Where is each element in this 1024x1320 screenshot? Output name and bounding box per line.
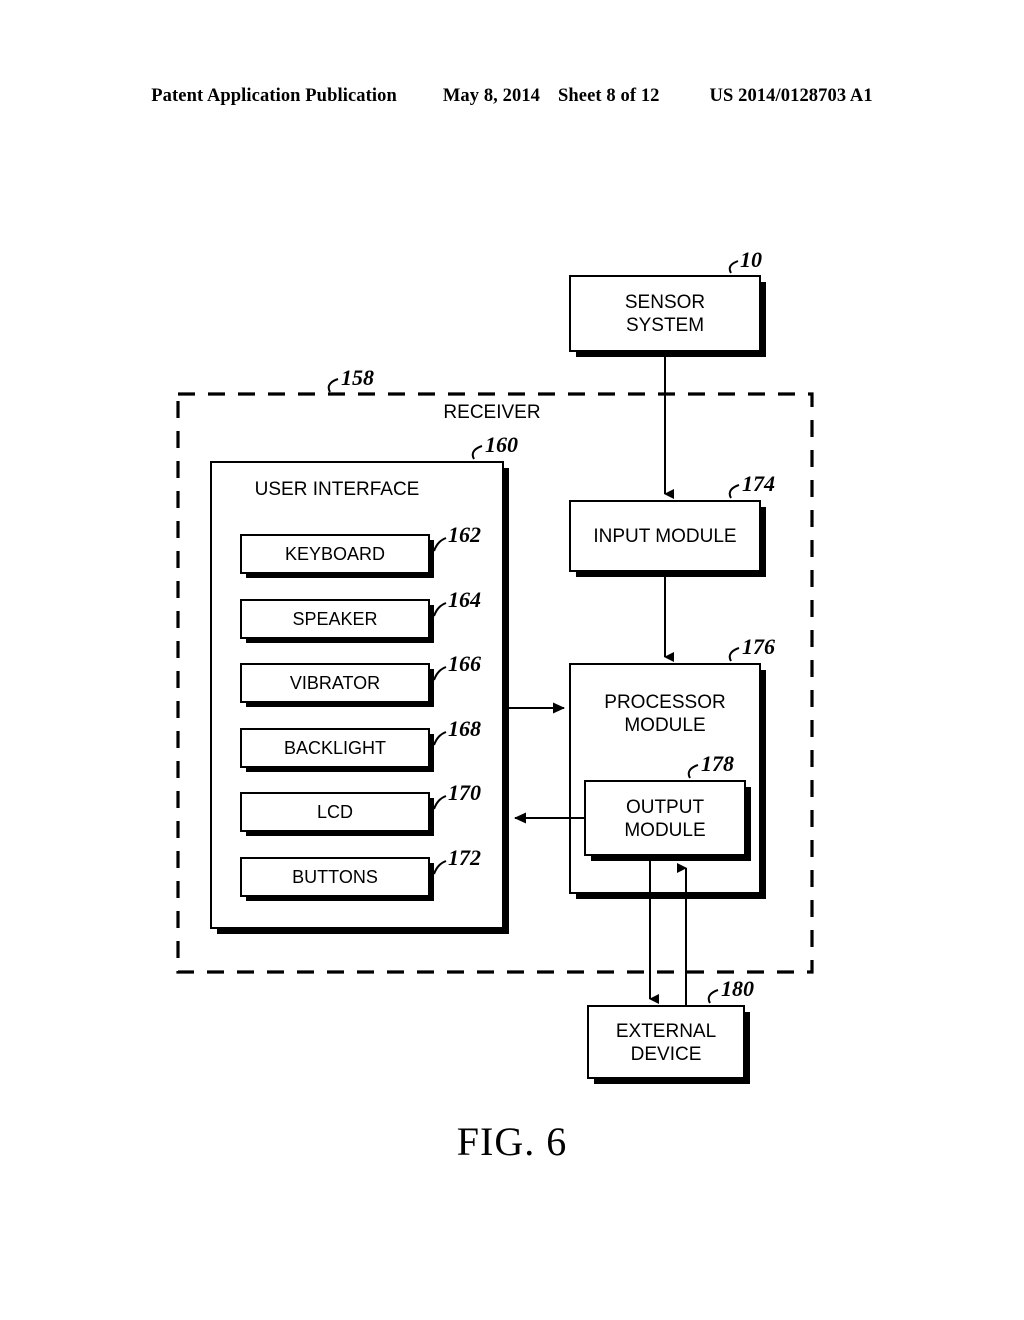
speaker-label: SPEAKER	[292, 609, 377, 629]
ref-number-160: 160	[485, 432, 518, 457]
ref-number-178: 178	[701, 751, 734, 776]
ref-number-164: 164	[448, 587, 481, 612]
ref-number-158: 158	[341, 365, 374, 390]
input-module-label: INPUT MODULE	[593, 526, 736, 547]
processor-module-label-line2: MODULE	[624, 715, 705, 736]
ref-number-176: 176	[742, 634, 775, 659]
ref-number-166: 166	[448, 651, 481, 676]
ref-number-170: 170	[448, 780, 481, 805]
external-device-label-line1: EXTERNAL	[616, 1021, 716, 1042]
block-sensor-system: SENSOR SYSTEM 10	[569, 247, 766, 357]
sensor-system-label-line2: SYSTEM	[626, 315, 704, 336]
block-external-device: EXTERNAL DEVICE 180	[587, 976, 754, 1084]
output-module-label-line2: MODULE	[624, 820, 705, 841]
backlight-label: BACKLIGHT	[284, 738, 386, 758]
ref-number-10: 10	[740, 247, 762, 272]
external-device-label-line2: DEVICE	[631, 1044, 702, 1065]
ref-number-172: 172	[448, 845, 481, 870]
figure-caption: FIG. 6	[456, 1119, 568, 1164]
ref-number-168: 168	[448, 716, 481, 741]
lcd-label: LCD	[317, 802, 353, 822]
user-interface-label: USER INTERFACE	[255, 479, 420, 500]
vibrator-label: VIBRATOR	[290, 673, 380, 693]
sensor-system-label-line1: SENSOR	[625, 292, 705, 313]
ref-number-162: 162	[448, 522, 481, 547]
block-input-module: INPUT MODULE 174	[569, 471, 775, 577]
buttons-label: BUTTONS	[292, 867, 378, 887]
output-module-label-line1: OUTPUT	[626, 797, 705, 818]
ref-number-174: 174	[742, 471, 775, 496]
ref-number-180: 180	[721, 976, 754, 1001]
processor-module-label-line1: PROCESSOR	[604, 692, 725, 713]
keyboard-label: KEYBOARD	[285, 544, 385, 564]
receiver-label: RECEIVER	[443, 402, 540, 423]
